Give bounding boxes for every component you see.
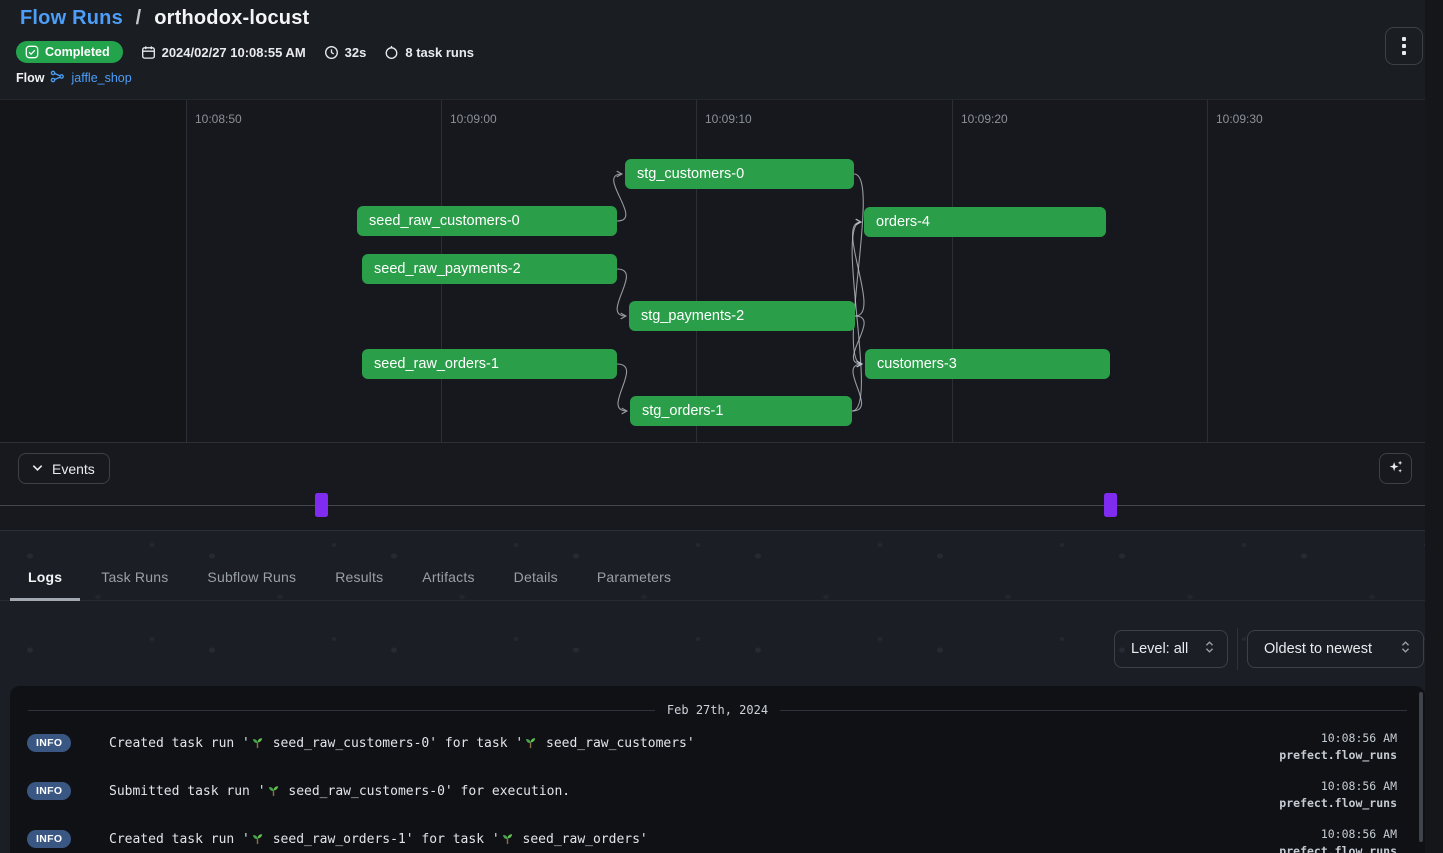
kebab-menu-button[interactable] xyxy=(1385,27,1423,65)
breadcrumb-flow-runs-link[interactable]: Flow Runs xyxy=(20,7,123,29)
filter-separator xyxy=(1237,628,1238,670)
task-bar[interactable]: seed_raw_orders-1 xyxy=(362,349,617,379)
task-bar[interactable]: customers-3 xyxy=(865,349,1110,379)
task-timeline-chart[interactable]: 10:08:5010:09:0010:09:1010:09:2010:09:30… xyxy=(0,99,1425,443)
dependency-edge xyxy=(853,222,864,316)
log-panel: Feb 27th, 2024 INFO Created task run ' se… xyxy=(10,686,1425,853)
log-meta: 10:08:56 AM prefect.flow_runs xyxy=(1279,779,1397,810)
log-row: INFO Created task run ' seed_raw_orders-1… xyxy=(10,824,1425,853)
log-row: INFO Submitted task run ' seed_raw_custom… xyxy=(10,776,1425,824)
flow-name-link[interactable]: jaffle_shop xyxy=(71,71,131,85)
task-bar[interactable]: orders-4 xyxy=(864,207,1106,237)
task-bar[interactable]: stg_orders-1 xyxy=(630,396,852,426)
log-filters: Level: all Oldest to newest xyxy=(0,602,1425,686)
status-check-icon xyxy=(25,45,39,59)
log-logger: prefect.flow_runs xyxy=(1279,844,1397,853)
task-bar[interactable]: stg_payments-2 xyxy=(629,301,855,331)
events-ai-button[interactable] xyxy=(1379,453,1412,484)
seedling-icon xyxy=(251,736,264,749)
log-timestamp: 10:08:56 AM xyxy=(1279,779,1397,793)
select-chevrons-icon xyxy=(1204,640,1215,658)
log-level-badge: INFO xyxy=(27,830,71,848)
log-logger: prefect.flow_runs xyxy=(1279,748,1397,762)
calendar-icon xyxy=(141,45,156,60)
log-sort-select[interactable]: Oldest to newest xyxy=(1247,630,1424,668)
events-toggle-button[interactable]: Events xyxy=(18,453,110,484)
kebab-icon xyxy=(1402,37,1406,41)
log-level-select[interactable]: Level: all xyxy=(1114,630,1228,668)
event-marker[interactable] xyxy=(315,493,328,517)
log-meta: 10:08:56 AM prefect.flow_runs xyxy=(1279,731,1397,762)
seedling-icon xyxy=(251,832,264,845)
log-message: Created task run ' seed_raw_orders-1' fo… xyxy=(109,832,648,847)
task-run-count: 8 task runs xyxy=(384,45,474,60)
events-strip: Events xyxy=(0,443,1425,530)
task-runs-icon xyxy=(384,45,399,60)
dependency-edge xyxy=(852,364,862,411)
tab-artifacts[interactable]: Artifacts xyxy=(404,530,492,600)
tab-logs[interactable]: Logs xyxy=(10,530,80,600)
details-section: LogsTask RunsSubflow RunsResultsArtifact… xyxy=(0,531,1425,853)
task-bar[interactable]: stg_customers-0 xyxy=(625,159,854,189)
start-time: 2024/02/27 10:08:55 AM xyxy=(141,45,306,60)
sparkles-icon xyxy=(1387,458,1405,479)
log-date-label: Feb 27th, 2024 xyxy=(667,703,768,717)
status-label: Completed xyxy=(45,45,110,59)
log-date-divider: Feb 27th, 2024 xyxy=(28,703,1407,717)
flow-icon xyxy=(50,70,65,86)
event-marker[interactable] xyxy=(1104,493,1117,517)
events-timeline-axis xyxy=(0,505,1425,506)
dependency-edge xyxy=(617,364,627,411)
flow-row: Flow jaffle_shop xyxy=(16,70,132,86)
log-row: INFO Created task run ' seed_raw_customer… xyxy=(10,728,1425,776)
flow-label: Flow xyxy=(16,71,44,85)
status-badge: Completed xyxy=(16,41,123,63)
header: Flow Runs / orthodox-locust Completed xyxy=(0,0,1425,99)
tab-bar: LogsTask RunsSubflow RunsResultsArtifact… xyxy=(0,531,1425,601)
log-timestamp: 10:08:56 AM xyxy=(1279,827,1397,841)
duration: 32s xyxy=(324,45,367,60)
task-bar[interactable]: seed_raw_customers-0 xyxy=(357,206,617,236)
dependency-edges xyxy=(0,100,1425,443)
log-message: Submitted task run ' seed_raw_customers-… xyxy=(109,784,570,799)
log-logger: prefect.flow_runs xyxy=(1279,796,1397,810)
log-level-badge: INFO xyxy=(27,734,71,752)
dependency-edge xyxy=(617,269,626,316)
tab-subflow-runs[interactable]: Subflow Runs xyxy=(189,530,314,600)
seedling-icon xyxy=(267,784,280,797)
breadcrumb: Flow Runs / orthodox-locust xyxy=(20,7,309,30)
log-timestamp: 10:08:56 AM xyxy=(1279,731,1397,745)
chevron-down-icon xyxy=(31,461,44,477)
tab-results[interactable]: Results xyxy=(317,530,401,600)
flow-run-page: Flow Runs / orthodox-locust Completed xyxy=(0,0,1443,853)
log-level-badge: INFO xyxy=(27,782,71,800)
clock-icon xyxy=(324,45,339,60)
task-bar[interactable]: seed_raw_payments-2 xyxy=(362,254,617,284)
events-label: Events xyxy=(52,461,95,477)
run-meta-row: Completed 2024/02/27 10:08:55 AM xyxy=(16,41,474,63)
log-scrollbar[interactable] xyxy=(1419,692,1423,842)
select-chevrons-icon xyxy=(1400,640,1411,658)
seedling-icon xyxy=(501,832,514,845)
page-scroll-gutter xyxy=(1425,0,1443,853)
log-message: Created task run ' seed_raw_customers-0'… xyxy=(109,736,695,751)
log-meta: 10:08:56 AM prefect.flow_runs xyxy=(1279,827,1397,853)
tab-task-runs[interactable]: Task Runs xyxy=(83,530,186,600)
breadcrumb-separator: / xyxy=(136,7,142,29)
seedling-icon xyxy=(524,736,537,749)
tab-details[interactable]: Details xyxy=(496,530,576,600)
tab-parameters[interactable]: Parameters xyxy=(579,530,689,600)
flow-run-name: orthodox-locust xyxy=(154,7,309,29)
